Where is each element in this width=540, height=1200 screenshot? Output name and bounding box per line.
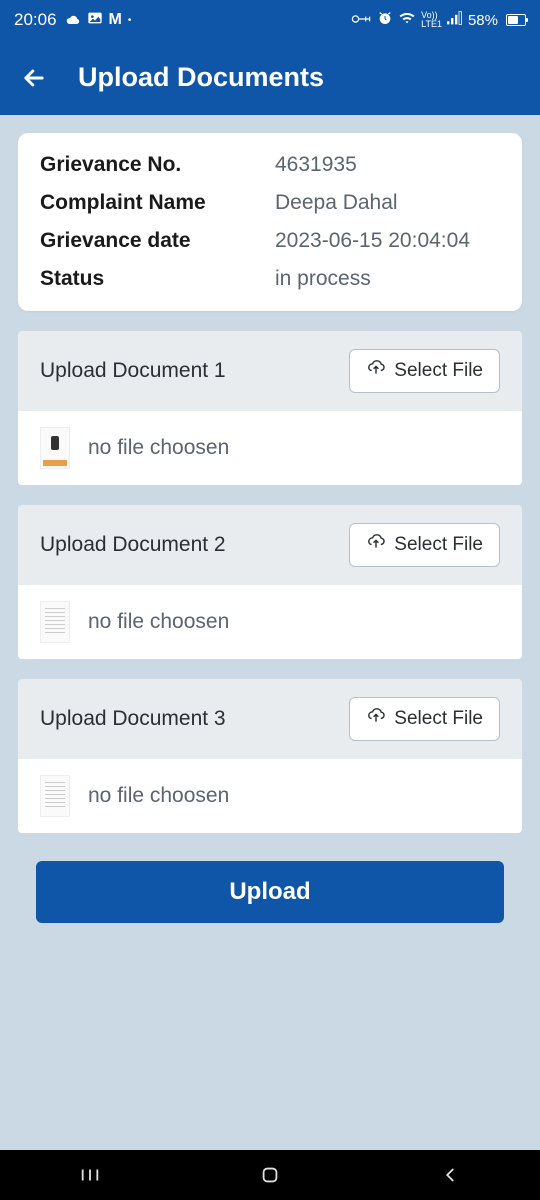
value-complaint-name: Deepa Dahal [275,191,398,215]
upload-header-1: Upload Document 1 Select File [18,331,522,411]
cloud-upload-icon [366,360,386,382]
back-button[interactable] [14,58,54,98]
file-status-2: no file choosen [88,610,229,634]
label-grievance-date: Grievance date [40,229,275,253]
upload-submit-button[interactable]: Upload [36,861,504,923]
upload-section-3: Upload Document 3 Select File no file ch… [18,679,522,833]
select-file-label-2: Select File [394,534,483,556]
value-grievance-no: 4631935 [275,153,357,177]
file-status-1: no file choosen [88,436,229,460]
signal-icon [447,11,463,29]
cloud-icon [63,10,81,30]
upload-header-2: Upload Document 2 Select File [18,505,522,585]
android-nav-bar [0,1150,540,1200]
label-status: Status [40,267,275,291]
nav-back-button[interactable] [410,1164,490,1186]
upload-label-2: Upload Document 2 [40,533,226,557]
file-thumbnail-2 [40,601,70,643]
content: Grievance No. 4631935 Complaint Name Dee… [0,115,540,941]
file-thumbnail-3 [40,775,70,817]
cloud-upload-icon [366,534,386,556]
value-status: in process [275,267,371,291]
select-file-label-3: Select File [394,708,483,730]
select-file-label-1: Select File [394,360,483,382]
upload-label-1: Upload Document 1 [40,359,226,383]
status-bar: 20:06 M • Vo))LTE1 58% [0,0,540,40]
file-status-3: no file choosen [88,784,229,808]
value-grievance-date: 2023-06-15 20:04:04 [275,229,470,253]
m-icon: M [109,11,122,29]
info-row-complaint-name: Complaint Name Deepa Dahal [40,191,500,215]
gallery-icon [87,10,103,30]
wifi-icon [398,11,416,29]
status-right: Vo))LTE1 58% [350,10,526,30]
upload-section-1: Upload Document 1 Select File no file ch… [18,331,522,485]
nav-home-button[interactable] [230,1164,310,1186]
info-row-grievance-no: Grievance No. 4631935 [40,153,500,177]
select-file-button-2[interactable]: Select File [349,523,500,567]
alarm-icon [377,10,393,30]
file-display-1: no file choosen [18,411,522,485]
grievance-info-card: Grievance No. 4631935 Complaint Name Dee… [18,133,522,311]
select-file-button-1[interactable]: Select File [349,349,500,393]
upload-label-3: Upload Document 3 [40,707,226,731]
info-row-status: Status in process [40,267,500,291]
status-time: 20:06 [14,10,57,30]
dot-icon: • [128,15,132,26]
app-bar: Upload Documents [0,40,540,115]
file-thumbnail-1 [40,427,70,469]
status-left: 20:06 M • [14,10,131,30]
network-label: Vo))LTE1 [421,11,442,29]
vpn-icon [350,12,372,29]
battery-icon [503,14,526,26]
select-file-button-3[interactable]: Select File [349,697,500,741]
label-grievance-no: Grievance No. [40,153,275,177]
file-display-3: no file choosen [18,759,522,833]
info-row-grievance-date: Grievance date 2023-06-15 20:04:04 [40,229,500,253]
battery-percent: 58% [468,12,498,29]
nav-recents-button[interactable] [50,1164,130,1186]
upload-header-3: Upload Document 3 Select File [18,679,522,759]
page-title: Upload Documents [78,62,324,93]
upload-section-2: Upload Document 2 Select File no file ch… [18,505,522,659]
file-display-2: no file choosen [18,585,522,659]
label-complaint-name: Complaint Name [40,191,275,215]
cloud-upload-icon [366,708,386,730]
